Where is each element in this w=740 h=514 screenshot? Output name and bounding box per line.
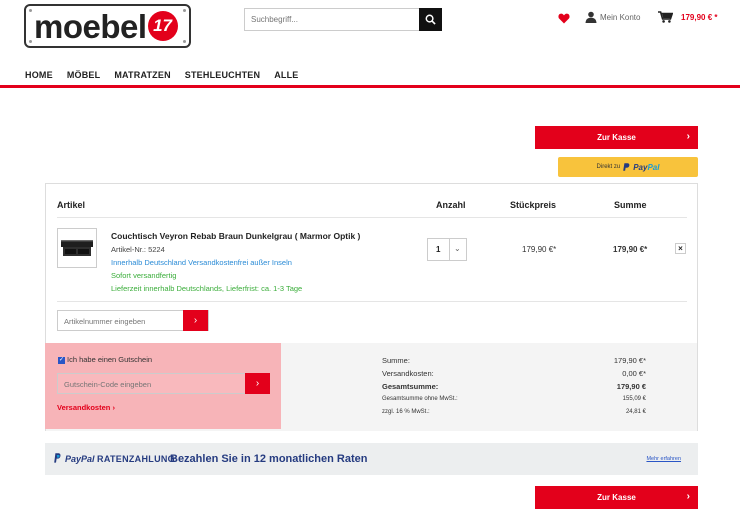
- ratenzahlung-text: Bezahlen Sie in 12 monatlichen Raten: [170, 453, 368, 465]
- search-input[interactable]: [245, 9, 420, 30]
- nav-stehleuchten[interactable]: STEHLEUCHTEN: [185, 70, 260, 80]
- add-article-button[interactable]: ›: [183, 310, 208, 331]
- wishlist-button[interactable]: [558, 11, 570, 29]
- summary-value-vat: 24,81 €: [625, 409, 646, 415]
- search-icon: [425, 14, 436, 25]
- paypal-logo: PayPal: [633, 162, 660, 172]
- chevron-right-icon: ›: [686, 131, 690, 142]
- row-divider: [57, 301, 687, 302]
- shipping-costs-link[interactable]: Versandkosten ›: [57, 403, 115, 412]
- logo-screw: [29, 40, 32, 43]
- summary-label-grand-total: Gesamtsumme:: [382, 382, 439, 391]
- voucher-code-input[interactable]: [58, 375, 228, 394]
- paypal-direct-label: Direkt zu: [596, 164, 621, 170]
- cart-icon: [658, 11, 673, 23]
- summary-label-net: Gesamtsumme ohne MwSt.:: [382, 396, 458, 402]
- cart-total: 179,90 € *: [681, 12, 718, 22]
- nav-home[interactable]: HOME: [25, 70, 53, 80]
- summary-value-shipping: 0,00 €*: [622, 369, 646, 378]
- remove-item-button[interactable]: ×: [675, 243, 686, 254]
- line-total: 179,90 €*: [613, 245, 648, 254]
- logo-screw: [29, 9, 32, 12]
- coffee-table-image: [61, 240, 93, 256]
- quantity-value: 1: [436, 245, 441, 254]
- header-total: Summe: [614, 200, 647, 210]
- header-divider: [0, 85, 740, 88]
- search-button[interactable]: [419, 8, 442, 31]
- quantity-select[interactable]: 1 ⌄: [427, 238, 467, 261]
- quantity-divider: [449, 239, 450, 260]
- logo-screw: [183, 40, 186, 43]
- logo-text: moebel: [34, 7, 147, 45]
- logo-screw: [183, 9, 186, 12]
- voucher-code-box: [57, 373, 256, 394]
- availability-status: Sofort versandfertig: [111, 271, 177, 280]
- chevron-right-icon: ›: [686, 491, 690, 502]
- checkout-label: Zur Kasse: [597, 133, 636, 142]
- voucher-checkbox-label[interactable]: Ich habe einen Gutschein: [67, 355, 152, 364]
- paypal-p-icon: [54, 453, 61, 463]
- article-number-input[interactable]: [58, 312, 182, 331]
- summary-label-vat: zzgl. 16 % MwSt.:: [382, 409, 430, 415]
- unit-price: 179,90 €*: [522, 245, 557, 254]
- summary-value-net: 155,09 €: [622, 396, 646, 402]
- summary-label-shipping: Versandkosten:: [382, 369, 434, 378]
- checkout-button-top[interactable]: Zur Kasse ›: [535, 126, 698, 149]
- delivery-time: Lieferzeit innerhalb Deutschlands, Liefe…: [111, 284, 303, 293]
- shipping-note: Innerhalb Deutschland Versandkostenfrei …: [111, 258, 292, 267]
- summary-value-grand-total: 179,90 €: [616, 382, 646, 391]
- checkout-button-bottom[interactable]: Zur Kasse ›: [535, 486, 698, 509]
- account-link[interactable]: Mein Konto: [585, 11, 640, 23]
- checkout-label: Zur Kasse: [597, 493, 636, 502]
- header-unit-price: Stückpreis: [510, 200, 557, 210]
- chevron-right-icon: ›: [193, 315, 198, 326]
- summary-label-sum: Summe:: [382, 356, 410, 365]
- logo-badge: 17: [147, 11, 178, 41]
- main-nav: HOME MÖBEL MATRATZEN STEHLEUCHTEN ALLE: [25, 70, 313, 80]
- learn-more-link[interactable]: Mehr erfahren: [646, 456, 681, 462]
- header-article: Artikel: [57, 200, 86, 210]
- logo[interactable]: moebel 17: [24, 4, 191, 48]
- heart-icon: [558, 13, 570, 24]
- summary-value-sum: 179,90 €*: [613, 356, 646, 365]
- product-article-number: Artikel-Nr.: 5224: [111, 245, 165, 254]
- cart-link[interactable]: 179,90 € *: [658, 11, 717, 23]
- nav-moebel[interactable]: MÖBEL: [67, 70, 101, 80]
- product-title[interactable]: Couchtisch Veyron Rebab Braun Dunkelgrau…: [111, 231, 360, 241]
- chevron-right-icon: ›: [255, 378, 260, 389]
- user-icon: [585, 11, 597, 23]
- paypal-express-button[interactable]: Direkt zu PayPal: [558, 157, 698, 177]
- header-quantity: Anzahl: [436, 200, 466, 210]
- nav-matratzen[interactable]: MATRATZEN: [114, 70, 170, 80]
- product-image[interactable]: [57, 228, 97, 268]
- voucher-checkbox[interactable]: ✓: [58, 357, 65, 364]
- row-divider: [57, 217, 687, 218]
- paypal-p-icon: [623, 163, 630, 171]
- account-label: Mein Konto: [600, 12, 641, 22]
- search-box: [244, 8, 442, 31]
- nav-alle[interactable]: ALLE: [274, 70, 298, 80]
- ratenzahlung-banner: PayPal RATENZAHLUNG Bezahlen Sie in 12 m…: [45, 443, 698, 475]
- paypal-ratenzahlung-logo: PayPal RATENZAHLUNG: [65, 454, 175, 464]
- voucher-submit-button[interactable]: ›: [245, 373, 270, 394]
- cart-table: Artikel Anzahl Stückpreis Summe Couchtis…: [45, 183, 698, 431]
- chevron-down-icon: ⌄: [454, 244, 461, 253]
